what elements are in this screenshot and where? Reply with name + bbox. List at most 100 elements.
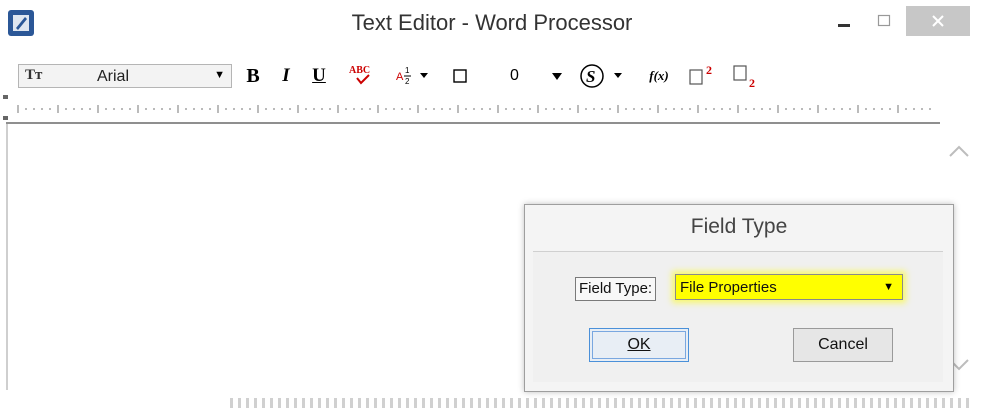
bold-button[interactable]: B xyxy=(242,62,264,90)
maximize-button[interactable] xyxy=(866,6,902,36)
ruler-tick xyxy=(121,108,123,110)
ruler-tick xyxy=(745,108,747,110)
minimize-button[interactable] xyxy=(824,6,864,36)
svg-text:ABC: ABC xyxy=(349,65,370,76)
ruler-tick xyxy=(761,108,763,110)
ruler-tick xyxy=(33,108,35,110)
spell-check-button[interactable]: ABC xyxy=(346,62,380,90)
minimize-icon xyxy=(838,24,850,27)
subscript-button[interactable]: 2 xyxy=(728,62,768,90)
font-size-value: 0 xyxy=(510,67,519,84)
ruler-tick xyxy=(489,108,491,110)
font-size-dropdown[interactable]: 0 xyxy=(502,62,572,90)
ruler-tick xyxy=(433,108,435,110)
ruler-tick xyxy=(353,108,355,110)
ruler-tick xyxy=(161,108,163,110)
ruler-tick xyxy=(105,108,107,110)
fraction-icon: A 1 2 xyxy=(396,66,428,86)
ruler-tick xyxy=(401,108,403,110)
ruler-tick xyxy=(529,108,531,110)
field-type-value: File Properties xyxy=(680,279,777,296)
ruler-tick xyxy=(89,108,91,110)
ruler-tick xyxy=(665,108,667,110)
italic-button[interactable]: I xyxy=(276,62,296,90)
ruler-tick xyxy=(129,108,131,110)
ruler-tick xyxy=(505,108,507,110)
ruler-tick xyxy=(345,108,347,110)
ruler-tick xyxy=(705,108,707,110)
text-format-icon: Tт xyxy=(25,67,43,83)
ruler-tick xyxy=(425,108,427,110)
field-type-select[interactable]: File Properties ▼ xyxy=(675,274,903,300)
box-icon xyxy=(453,69,467,83)
ruler-tick xyxy=(785,108,787,110)
cancel-button[interactable]: Cancel xyxy=(793,328,893,362)
superscript-button[interactable]: 2 xyxy=(684,62,724,90)
field-type-dialog: Field Type Field Type: File Properties ▼… xyxy=(524,204,954,392)
status-bar xyxy=(230,398,970,408)
ruler-tick xyxy=(553,108,555,110)
ruler[interactable] xyxy=(3,94,940,124)
ruler-tick xyxy=(153,108,155,110)
close-button[interactable] xyxy=(906,6,970,36)
svg-text:1: 1 xyxy=(405,66,410,75)
ruler-tick xyxy=(449,108,451,110)
ruler-tick xyxy=(521,108,523,110)
ruler-tick xyxy=(393,108,395,110)
ruler-tick xyxy=(241,108,243,110)
ruler-tick xyxy=(273,108,275,110)
ruler-tick xyxy=(225,108,227,110)
ruler-tick xyxy=(113,108,115,110)
ruler-tick xyxy=(569,108,571,110)
font-name-dropdown[interactable]: Tт Arial ▼ xyxy=(18,64,232,88)
ruler-tick xyxy=(561,108,563,110)
close-icon xyxy=(932,15,944,27)
svg-text:2: 2 xyxy=(706,63,712,77)
ruler-tick xyxy=(465,108,467,110)
svg-text:2: 2 xyxy=(405,77,410,86)
chevron-down-icon xyxy=(552,73,562,80)
indent-marker-icon[interactable] xyxy=(2,94,10,122)
ruler-ticks xyxy=(17,105,931,113)
ruler-tick xyxy=(209,108,211,110)
ruler-tick xyxy=(905,108,907,110)
ruler-tick xyxy=(865,108,867,110)
fraction-button[interactable]: A 1 2 xyxy=(394,62,434,90)
ruler-tick xyxy=(873,108,875,110)
ruler-tick xyxy=(329,108,331,110)
ruler-tick xyxy=(185,108,187,110)
ruler-tick xyxy=(833,108,835,110)
ok-button[interactable]: OK xyxy=(589,328,689,362)
font-name-value: Arial xyxy=(97,68,130,85)
ruler-tick xyxy=(801,108,803,110)
italic-icon: I xyxy=(282,65,290,86)
ruler-tick xyxy=(601,108,603,110)
ruler-tick xyxy=(249,108,251,110)
ruler-tick xyxy=(929,108,931,110)
ruler-tick xyxy=(713,108,715,110)
ruler-tick xyxy=(793,108,795,110)
ruler-tick xyxy=(281,108,283,110)
strikethrough-button[interactable]: S xyxy=(578,62,630,90)
svg-text:2: 2 xyxy=(749,76,755,90)
ruler-tick xyxy=(473,108,475,110)
title-bar: Text Editor - Word Processor xyxy=(0,0,984,52)
ruler-tick xyxy=(681,108,683,110)
ruler-tick xyxy=(769,108,771,110)
ruler-tick xyxy=(409,108,411,110)
ruler-tick xyxy=(673,108,675,110)
strikethrough-s-icon: S xyxy=(580,64,622,88)
dialog-body: Field Type: File Properties ▼ OK Cancel xyxy=(533,251,943,382)
function-button[interactable]: f(x) xyxy=(642,62,676,90)
ruler-tick xyxy=(753,108,755,110)
ruler-tick xyxy=(849,108,851,110)
ruler-tick xyxy=(513,108,515,110)
underline-button[interactable]: U xyxy=(308,62,330,90)
scroll-up-icon[interactable] xyxy=(948,138,970,164)
ruler-tick xyxy=(265,108,267,110)
ruler-tick xyxy=(73,108,75,110)
svg-text:S: S xyxy=(586,67,595,86)
ruler-tick xyxy=(145,108,147,110)
cancel-button-label: Cancel xyxy=(818,336,868,353)
box-button[interactable] xyxy=(450,62,470,90)
